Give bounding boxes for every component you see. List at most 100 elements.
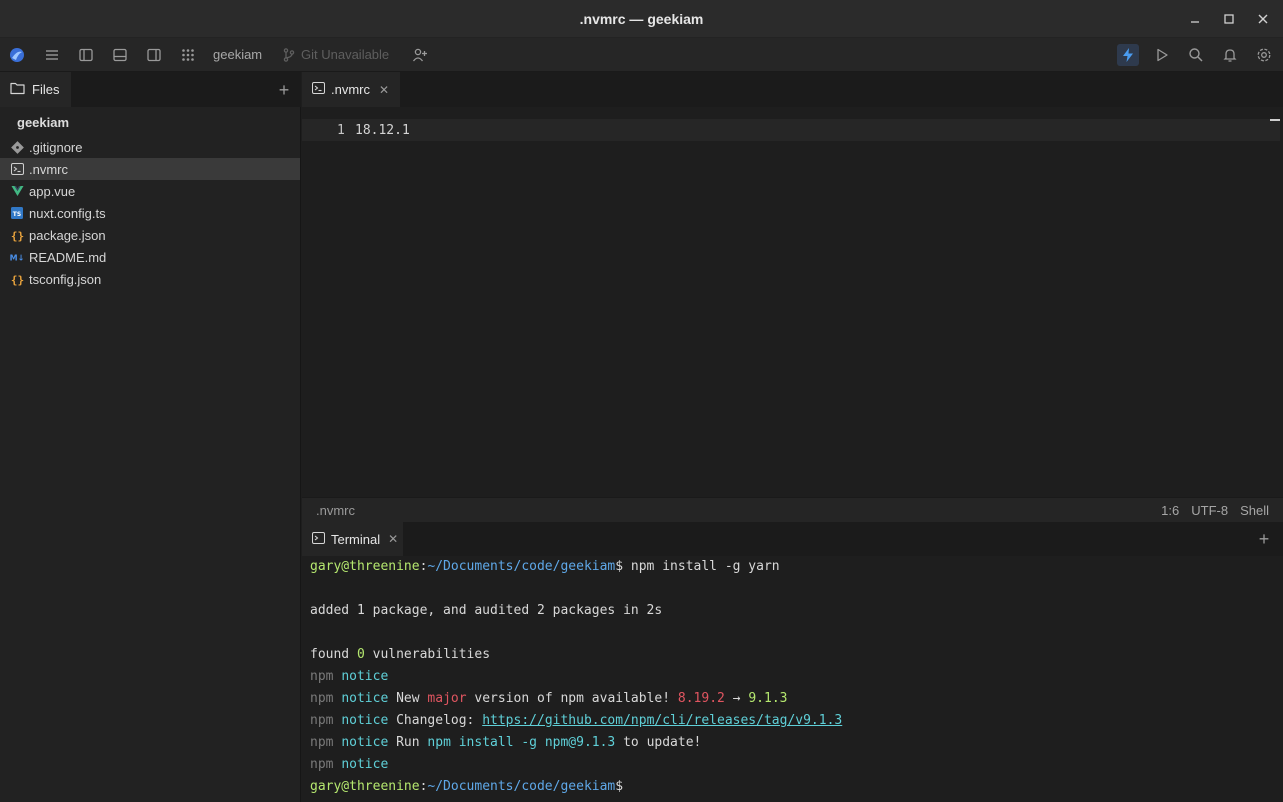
found-suffix: vulnerabilities xyxy=(364,647,491,662)
markdown-icon: M↓ xyxy=(10,250,24,264)
file-item[interactable]: {} tsconfig.json xyxy=(0,268,300,290)
code-line[interactable]: 18.12.1 xyxy=(355,123,410,138)
bell-icon[interactable] xyxy=(1220,45,1240,65)
notice-label: notice xyxy=(341,691,389,706)
major-label: major xyxy=(427,691,467,706)
notice-label: notice xyxy=(341,713,389,728)
terminal-line: found 0 vulnerabilities xyxy=(310,644,1283,666)
file-item[interactable]: TS nuxt.config.ts xyxy=(0,202,300,224)
apps-grid-icon[interactable] xyxy=(178,45,198,65)
npm-prefix: npm xyxy=(310,713,334,728)
prompt-path: ~/Documents/code/geekiam xyxy=(427,779,616,794)
line-number: 1 xyxy=(337,123,345,138)
file-list: .gitignore .nvmrc app.vue TS nuxt.config.ts {… xyxy=(0,136,300,290)
run-icon[interactable] xyxy=(1152,45,1172,65)
menu-icon[interactable] xyxy=(42,45,62,65)
code-editor[interactable]: 1 18.12.1 xyxy=(302,107,1283,497)
notice-label: notice xyxy=(341,669,389,684)
close-tab-icon[interactable]: ✕ xyxy=(379,83,389,97)
editor-tab-bar: .nvmrc ✕ xyxy=(302,72,1283,107)
git-status[interactable]: Git Unavailable xyxy=(301,47,389,62)
vue-icon xyxy=(10,184,24,198)
terminal-line: npm notice New major version of npm avai… xyxy=(310,688,1283,710)
file-name: nuxt.config.ts xyxy=(29,205,106,221)
file-encoding[interactable]: UTF-8 xyxy=(1191,503,1228,518)
changelog-link[interactable]: https://github.com/npm/cli/releases/tag/… xyxy=(482,713,842,728)
close-icon[interactable] xyxy=(1253,9,1273,29)
file-item[interactable]: app.vue xyxy=(0,180,300,202)
editor-tab-label: .nvmrc xyxy=(331,82,370,97)
terminal-line: added 1 package, and audited 2 packages … xyxy=(310,603,663,618)
root-folder[interactable]: geekiam xyxy=(17,115,69,130)
tab-terminal[interactable]: Terminal ✕ xyxy=(302,522,403,556)
add-file-icon[interactable]: + xyxy=(274,80,294,100)
typescript-icon: TS xyxy=(10,206,24,220)
prompt-user: gary@threenine xyxy=(310,779,420,794)
file-name: tsconfig.json xyxy=(29,271,102,287)
folder-icon xyxy=(10,81,25,98)
sidebar-header: Files + xyxy=(0,72,301,107)
old-version: 8.19.2 xyxy=(677,691,725,706)
file-name: README.md xyxy=(29,249,107,265)
close-terminal-icon[interactable]: ✕ xyxy=(388,532,398,546)
toolbar: geekiam Git Unavailable xyxy=(0,38,1283,72)
lightning-icon[interactable] xyxy=(1117,44,1139,66)
terminal-line: npm notice xyxy=(310,754,1283,776)
terminal-output[interactable]: gary@threenine:~/Documents/code/geekiam$… xyxy=(302,556,1283,802)
tab-nvmrc[interactable]: .nvmrc ✕ xyxy=(302,72,400,107)
terminal-icon xyxy=(312,531,325,547)
npm-prefix: npm xyxy=(310,669,334,684)
file-item[interactable]: M↓ README.md xyxy=(0,246,300,268)
terminal-tab-label: Terminal xyxy=(331,531,381,547)
svg-text:{}: {} xyxy=(11,229,24,242)
files-tab-label: Files xyxy=(32,82,60,97)
notice-text: New xyxy=(388,691,428,706)
notice-label: notice xyxy=(341,757,389,772)
git-icon xyxy=(10,140,24,154)
search-icon[interactable] xyxy=(1186,45,1206,65)
notice-text: version of npm available! xyxy=(466,691,678,706)
maximize-icon[interactable] xyxy=(1219,9,1239,29)
bottom-panel-icon[interactable] xyxy=(110,45,130,65)
scrollbar-marker[interactable] xyxy=(1270,119,1280,121)
add-terminal-icon[interactable]: + xyxy=(1254,529,1274,549)
json-icon: {} xyxy=(10,228,24,242)
svg-text:TS: TS xyxy=(13,211,21,218)
terminal-command: npm install -g yarn xyxy=(623,559,780,574)
file-item[interactable]: {} package.json xyxy=(0,224,300,246)
run-suffix: to update! xyxy=(615,735,702,750)
window-title: .nvmrc — geekiam xyxy=(579,11,704,27)
cursor-position[interactable]: 1:6 xyxy=(1161,503,1179,518)
git-branch-icon xyxy=(279,45,299,65)
minimize-icon[interactable] xyxy=(1185,9,1205,29)
tab-files[interactable]: Files xyxy=(0,72,71,107)
terminal-line: gary@threenine:~/Documents/code/geekiam$ xyxy=(310,779,624,794)
status-bar: .nvmrc 1:6 UTF-8 Shell xyxy=(302,497,1283,522)
terminal-file-icon xyxy=(312,82,325,97)
found-text: found xyxy=(310,647,357,662)
run-label: Run xyxy=(388,735,428,750)
settings-icon[interactable] xyxy=(1254,45,1274,65)
add-user-icon[interactable] xyxy=(410,45,430,65)
file-item[interactable]: .nvmrc xyxy=(0,158,300,180)
npm-prefix: npm xyxy=(310,757,334,772)
terminal-tab-bar: Terminal ✕ + xyxy=(302,522,1283,556)
terminal-line: npm notice xyxy=(310,666,1283,688)
status-file: .nvmrc xyxy=(316,503,355,518)
file-name: .gitignore xyxy=(29,139,83,155)
new-version: 9.1.3 xyxy=(748,691,788,706)
file-name: .nvmrc xyxy=(29,161,68,177)
arrow: → xyxy=(724,691,749,706)
current-line-highlight xyxy=(302,119,1280,141)
file-explorer: Files + geekiam .gitignore .nvmrc app.vue T… xyxy=(0,72,301,802)
file-item[interactable]: .gitignore xyxy=(0,136,300,158)
left-panel-icon[interactable] xyxy=(76,45,96,65)
project-name[interactable]: geekiam xyxy=(213,47,262,62)
right-panel-icon[interactable] xyxy=(144,45,164,65)
changelog-label: Changelog: xyxy=(388,713,483,728)
language-mode[interactable]: Shell xyxy=(1240,503,1269,518)
title-bar: .nvmrc — geekiam xyxy=(0,0,1283,38)
app-logo-icon[interactable] xyxy=(7,45,27,65)
